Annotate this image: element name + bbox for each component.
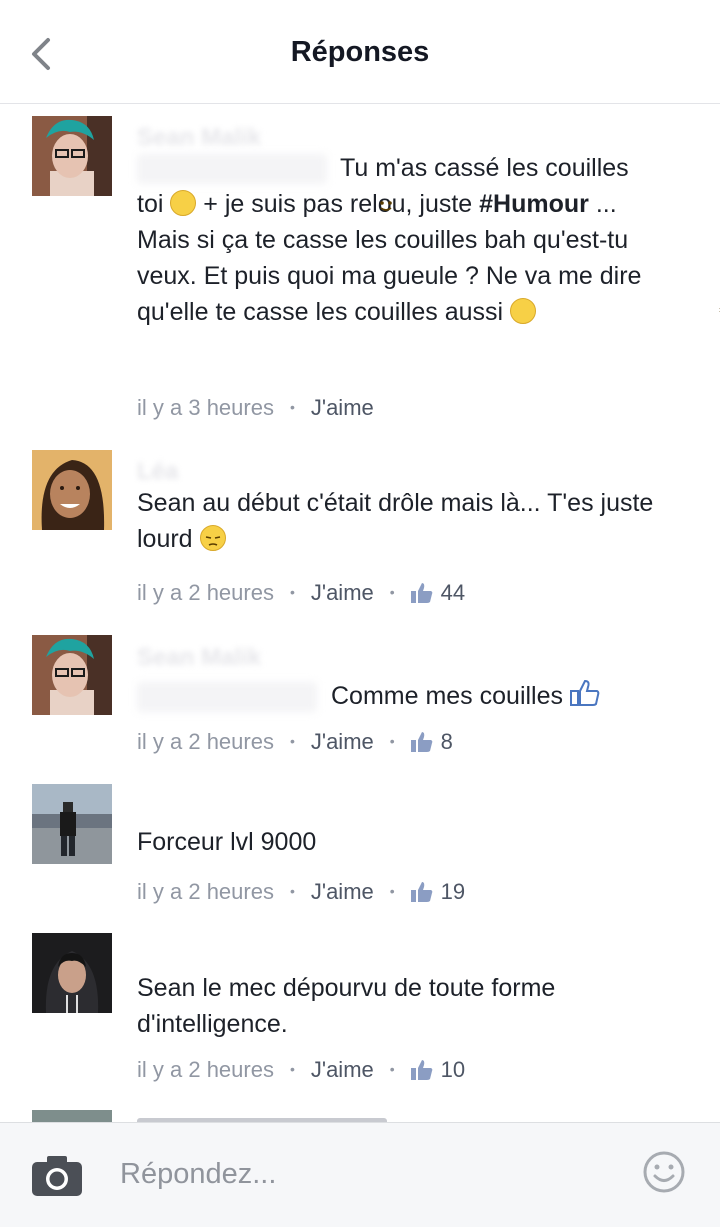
comment-text: Sean au début c'était drôle mais là... T… — [137, 489, 654, 553]
page-title: Réponses — [290, 36, 430, 68]
thumbs-up-icon — [410, 882, 433, 908]
comment-author[interactable]: Sean Malik — [137, 124, 261, 152]
like-button[interactable]: J'aime — [311, 729, 374, 754]
avatar[interactable] — [32, 1110, 112, 1122]
thumbs-up-emoji — [569, 679, 600, 717]
avatar[interactable] — [32, 450, 112, 530]
smiley-icon — [643, 1151, 685, 1193]
avatar[interactable] — [32, 784, 112, 864]
avatar[interactable] — [32, 116, 112, 196]
emoji-button[interactable] — [643, 1151, 685, 1193]
avatar[interactable] — [32, 933, 112, 1013]
comment-text: Comme mes couilles — [331, 678, 661, 717]
like-count: 10 — [440, 1057, 466, 1082]
like-button[interactable]: J'aime — [311, 580, 374, 605]
like-button[interactable]: J'aime — [311, 395, 374, 420]
like-count: 8 — [440, 729, 453, 754]
comment-author[interactable]: Léa — [137, 458, 178, 486]
redacted-name — [137, 682, 317, 712]
like-button[interactable]: J'aime — [311, 1057, 374, 1082]
like-button[interactable]: J'aime — [311, 879, 374, 904]
comment-text: Sean le mec dépourvu de toute forme d'in… — [137, 974, 556, 1038]
header: Réponses — [0, 0, 720, 104]
like-count: 44 — [440, 580, 466, 605]
camera-icon — [32, 1156, 82, 1196]
slight-smile-emoji — [170, 190, 393, 216]
comment-meta: il y a 3 heures • J'aime — [137, 395, 374, 420]
dizzy-face-emoji — [510, 298, 720, 324]
comment-author[interactable]: Sean Malik — [137, 644, 261, 672]
comment-meta: il y a 2 heures • J'aime • 44 — [137, 580, 465, 609]
thumbs-up-icon — [410, 1060, 433, 1086]
comment-text: Tu m'as cassé les couilles toi + je suis… — [137, 154, 720, 326]
camera-button[interactable] — [30, 1153, 84, 1199]
comment-meta: il y a 2 heures • J'aime • 10 — [137, 1057, 465, 1086]
avatar[interactable] — [32, 635, 112, 715]
unamused-face-emoji — [199, 525, 226, 551]
like-count: 19 — [440, 879, 466, 904]
reply-input[interactable] — [110, 1149, 640, 1199]
comment-text: Forceur lvl 9000 — [137, 828, 317, 856]
thumbs-up-icon — [410, 583, 433, 609]
comments-list[interactable]: Sean Malik Tu m'as cassé les couilles to… — [0, 104, 720, 1122]
hashtag[interactable]: #Humour — [479, 190, 589, 218]
comment-meta: il y a 2 heures • J'aime • 8 — [137, 729, 453, 758]
reply-composer — [0, 1122, 720, 1227]
comment-meta: il y a 2 heures • J'aime • 19 — [137, 879, 465, 908]
thumbs-up-icon — [410, 732, 433, 758]
